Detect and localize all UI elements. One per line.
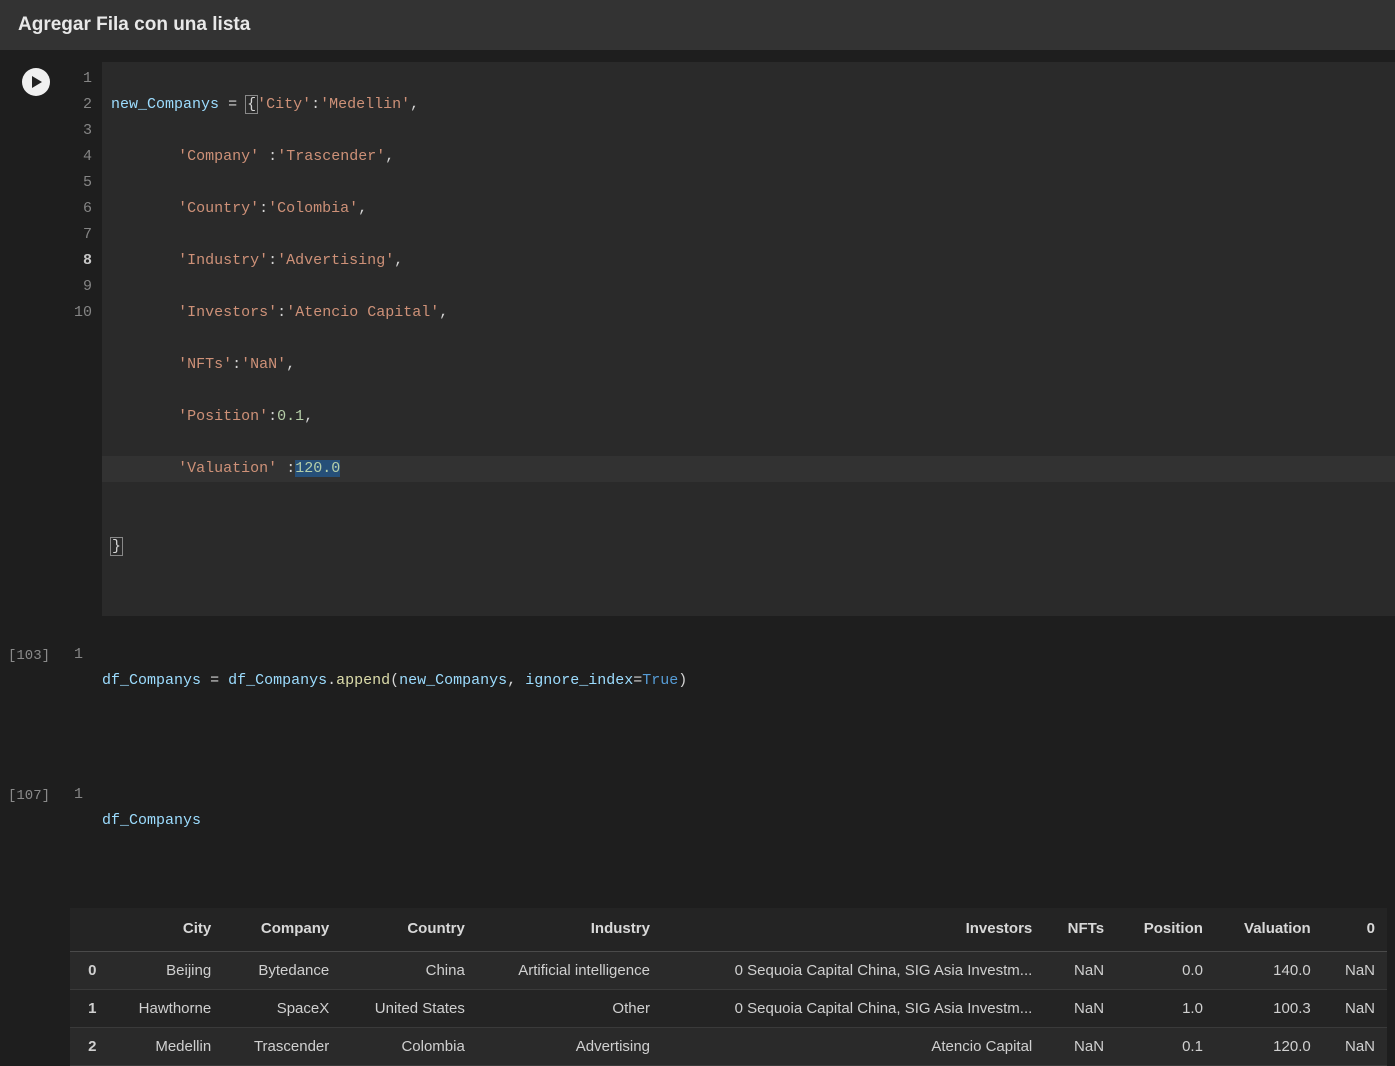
play-icon <box>31 76 43 88</box>
code-editor[interactable]: new_Companys = {'City':'Medellin', 'Comp… <box>102 62 1395 616</box>
code-cell-3: [107] 1 df_Companys <box>0 778 1395 890</box>
execution-count: [103] <box>8 644 50 664</box>
col-country: Country <box>341 910 477 952</box>
line-number-gutter: 1 2 3 4 5 6 7 8 9 10 <box>62 62 102 616</box>
table-header-row: City Company Country Industry Investors … <box>70 910 1387 952</box>
col-company: Company <box>223 910 341 952</box>
dataframe-output: City Company Country Industry Investors … <box>70 908 1387 1066</box>
col-nfts: NFTs <box>1044 910 1116 952</box>
code-cell-1: 1 2 3 4 5 6 7 8 9 10 new_Companys = {'Ci… <box>0 62 1395 616</box>
run-cell-button[interactable] <box>22 68 50 96</box>
col-zero: 0 <box>1323 910 1387 952</box>
code-editor[interactable]: df_Companys = df_Companys.append(new_Com… <box>93 638 1395 750</box>
table-row: 1 Hawthorne SpaceX United States Other 0… <box>70 990 1387 1028</box>
code-cell-2: [103] 1 df_Companys = df_Companys.append… <box>0 638 1395 750</box>
col-valuation: Valuation <box>1215 910 1323 952</box>
heading-text: Agregar Fila con una lista <box>18 14 250 35</box>
table-row: 0 Beijing Bytedance China Artificial int… <box>70 952 1387 990</box>
col-investors: Investors <box>662 910 1044 952</box>
line-number-gutter: 1 <box>62 638 93 750</box>
col-city: City <box>108 910 223 952</box>
code-editor[interactable]: df_Companys <box>93 778 1395 890</box>
col-position: Position <box>1116 910 1215 952</box>
output-table: City Company Country Industry Investors … <box>70 910 1387 1066</box>
execution-count: [107] <box>8 784 50 804</box>
line-number-gutter: 1 <box>62 778 93 890</box>
section-heading: Agregar Fila con una lista <box>0 0 1395 50</box>
col-industry: Industry <box>477 910 662 952</box>
col-index <box>70 910 108 952</box>
table-row: 2 Medellin Trascender Colombia Advertisi… <box>70 1028 1387 1066</box>
